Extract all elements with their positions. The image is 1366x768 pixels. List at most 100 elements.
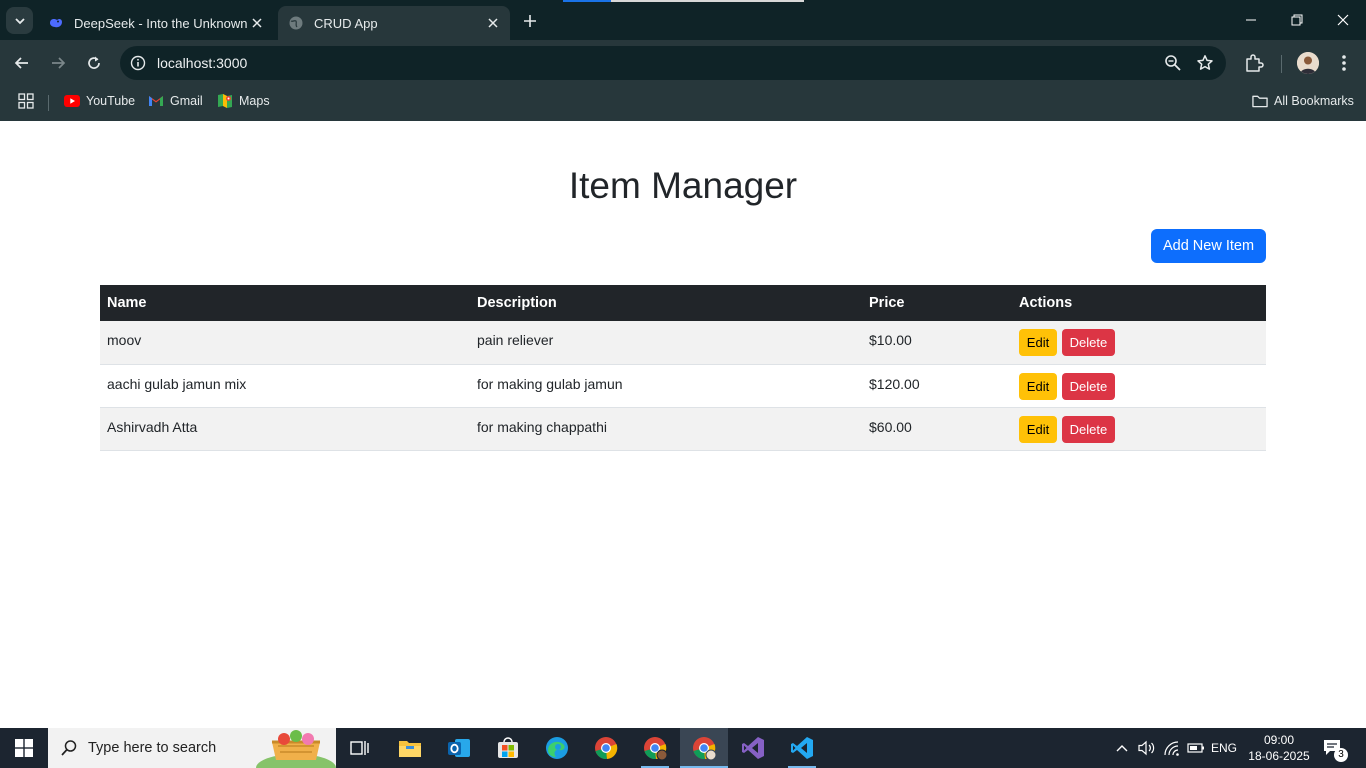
arrow-left-icon: [14, 57, 28, 69]
column-header-actions: Actions: [1012, 285, 1266, 321]
delete-button[interactable]: Delete: [1061, 329, 1115, 356]
toolbar-divider: [1281, 55, 1282, 73]
plus-icon: [524, 15, 536, 27]
edit-button[interactable]: Edit: [1019, 372, 1057, 400]
add-new-item-button[interactable]: Add New Item: [1151, 229, 1266, 263]
start-button[interactable]: [0, 728, 48, 768]
taskbar-file-explorer[interactable]: [386, 728, 434, 768]
item-description: pain reliever: [470, 321, 862, 365]
item-actions: Edit Delete: [1012, 364, 1266, 408]
windows-taskbar: Type here to search ENG 09:00 18-06-2025…: [0, 728, 1366, 768]
search-highlight-illustration: [256, 730, 336, 768]
vscode-icon: [791, 737, 813, 759]
bookmark-maps[interactable]: Maps: [217, 93, 270, 109]
show-hidden-icons-button[interactable]: [1112, 728, 1132, 768]
notification-center-button[interactable]: 3: [1322, 737, 1348, 764]
reload-icon: [88, 56, 100, 69]
bookmark-gmail[interactable]: Gmail: [148, 93, 203, 109]
item-price: $120.00: [862, 364, 1012, 408]
item-actions: Edit Delete: [1012, 407, 1266, 451]
address-bar[interactable]: localhost:3000: [120, 46, 1226, 80]
extensions-icon[interactable]: [1243, 52, 1265, 74]
taskbar-edge[interactable]: [533, 728, 581, 768]
close-tab-icon[interactable]: [250, 16, 264, 30]
table-row: aachi gulab jamun mix for making gulab j…: [100, 364, 1266, 408]
column-header-description: Description: [470, 285, 862, 321]
volume-icon: [1138, 740, 1155, 756]
taskbar-chrome[interactable]: [582, 728, 630, 768]
bookmark-youtube[interactable]: YouTube: [64, 93, 135, 109]
delete-button[interactable]: Delete: [1061, 415, 1115, 443]
tab-deepseek[interactable]: DeepSeek - Into the Unknown: [38, 6, 274, 40]
gmail-icon: [148, 93, 164, 109]
avatar-icon: [1297, 52, 1319, 74]
all-bookmarks-label: All Bookmarks: [1274, 94, 1354, 108]
tab-title: DeepSeek - Into the Unknown: [74, 15, 248, 31]
forward-button[interactable]: [45, 50, 71, 76]
close-window-button[interactable]: [1320, 0, 1366, 40]
edit-button[interactable]: Edit: [1019, 329, 1057, 356]
items-table: Name Description Price Actions moov pain…: [100, 285, 1266, 451]
battery-icon: [1187, 743, 1204, 753]
more-menu-icon[interactable]: [1334, 52, 1354, 74]
taskbar-vscode[interactable]: [778, 728, 826, 768]
item-description: for making chappathi: [470, 407, 862, 451]
bookmarks-bar: YouTube Gmail Maps All Bookmarks: [0, 86, 1366, 121]
task-view-button[interactable]: [336, 728, 384, 768]
taskbar-microsoft-store[interactable]: [484, 728, 532, 768]
url-text[interactable]: localhost:3000: [157, 55, 247, 71]
page-title: Item Manager: [568, 165, 798, 206]
tab-search-button[interactable]: [6, 7, 33, 34]
folder-icon: [1252, 93, 1268, 109]
chevron-up-icon: [1116, 745, 1128, 752]
item-price: $60.00: [862, 407, 1012, 451]
browser-toolbar: localhost:3000: [0, 40, 1366, 86]
site-info-icon[interactable]: [130, 55, 146, 71]
arrow-right-icon: [52, 57, 66, 69]
windows-logo-icon: [15, 739, 33, 757]
search-icon: [61, 740, 77, 756]
close-tab-icon[interactable]: [486, 16, 500, 30]
task-view-icon: [350, 741, 369, 755]
taskbar-clock[interactable]: 09:00 18-06-2025: [1244, 732, 1314, 764]
battery-button[interactable]: [1185, 728, 1207, 768]
zoom-icon[interactable]: [1164, 54, 1182, 72]
column-header-name: Name: [100, 285, 470, 321]
tab-title: CRUD App: [314, 15, 378, 31]
tab-crud-app[interactable]: CRUD App: [278, 6, 510, 40]
restore-button[interactable]: [1274, 0, 1320, 40]
delete-button[interactable]: Delete: [1061, 372, 1115, 400]
taskbar-outlook[interactable]: [435, 728, 483, 768]
chrome-icon: [693, 737, 716, 760]
search-placeholder[interactable]: Type here to search: [88, 740, 216, 756]
apps-grid-icon[interactable]: [18, 93, 34, 109]
back-button[interactable]: [9, 50, 35, 76]
globe-icon: [288, 15, 304, 31]
new-tab-button[interactable]: [519, 10, 541, 32]
store-icon: [498, 737, 518, 758]
table-row: moov pain reliever $10.00 Edit Delete: [100, 321, 1266, 365]
chrome-icon: [595, 737, 618, 760]
edge-icon: [546, 737, 568, 759]
browser-tab-strip: DeepSeek - Into the Unknown CRUD App: [0, 0, 1366, 40]
edit-button[interactable]: Edit: [1019, 415, 1057, 443]
volume-button[interactable]: [1136, 728, 1158, 768]
minimize-button[interactable]: [1228, 0, 1274, 40]
taskbar-chrome-profile-2[interactable]: [631, 728, 679, 768]
item-description: for making gulab jamun: [470, 364, 862, 408]
all-bookmarks-button[interactable]: All Bookmarks: [1252, 93, 1354, 109]
file-explorer-icon: [399, 741, 421, 757]
restore-icon: [1291, 14, 1303, 26]
tab-strip-accent-blue: [563, 0, 611, 2]
taskbar-chrome-active[interactable]: [680, 728, 728, 768]
table-row: Ashirvadh Atta for making chappathi $60.…: [100, 407, 1266, 451]
network-button[interactable]: [1161, 728, 1183, 768]
bookmark-label: YouTube: [86, 94, 136, 108]
reload-button[interactable]: [81, 50, 107, 76]
bookmark-star-icon[interactable]: [1196, 54, 1214, 72]
wifi-icon: [1164, 741, 1179, 756]
taskbar-search-box[interactable]: Type here to search: [48, 728, 336, 768]
language-indicator[interactable]: ENG: [1209, 728, 1239, 768]
profile-avatar[interactable]: [1297, 52, 1319, 74]
taskbar-visual-studio[interactable]: [729, 728, 777, 768]
